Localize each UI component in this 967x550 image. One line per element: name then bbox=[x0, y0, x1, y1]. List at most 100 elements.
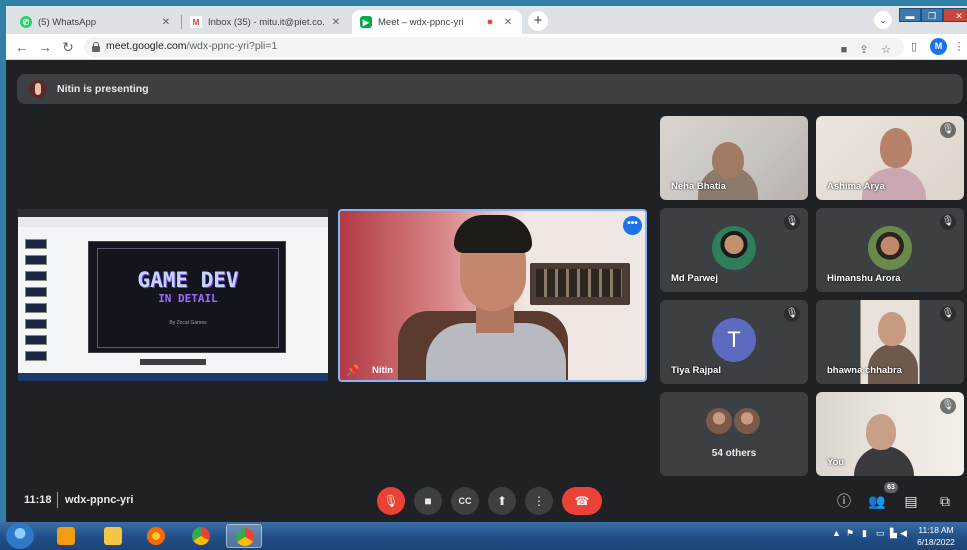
pin-icon: 📌 bbox=[346, 365, 360, 377]
meet-icon: ▶ bbox=[360, 16, 372, 28]
participant-name: Himanshu Arora bbox=[827, 273, 901, 284]
more-options-button[interactable]: ⋮ bbox=[525, 487, 553, 515]
battery-icon[interactable]: ▭ bbox=[876, 528, 885, 539]
slide-thumbnails bbox=[22, 235, 50, 371]
clock-time: 11:18 AM bbox=[918, 525, 954, 535]
lock-icon bbox=[92, 42, 100, 52]
others-avatar bbox=[732, 406, 762, 436]
camera-toggle-button[interactable]: ■ bbox=[414, 487, 442, 515]
address-bar[interactable]: meet.google.com/wdx-ppnc-yri?pli=1 ■ ⇪ ☆ bbox=[84, 37, 904, 57]
captions-button[interactable]: CC bbox=[451, 487, 479, 515]
people-count-badge: 63 bbox=[884, 482, 898, 493]
mic-off-icon: 🎙 bbox=[940, 306, 956, 322]
close-tab-icon[interactable]: ✕ bbox=[160, 17, 172, 28]
activities-button[interactable]: ⧉ bbox=[935, 491, 955, 511]
bookmark-star-icon[interactable]: ☆ bbox=[878, 42, 894, 58]
chrome-icon bbox=[236, 528, 254, 546]
volume-icon[interactable]: ◀ bbox=[900, 528, 907, 539]
taskbar-explorer[interactable] bbox=[95, 524, 131, 548]
slide-thumbnail bbox=[25, 351, 47, 361]
minimize-button[interactable]: ▬ bbox=[899, 8, 921, 22]
participant-tile[interactable]: 🎙 Md Parwej bbox=[660, 208, 808, 292]
others-tile[interactable]: 54 others bbox=[660, 392, 808, 476]
shared-menu-bar bbox=[18, 217, 328, 227]
self-view-tile[interactable]: 🎙 You bbox=[816, 392, 964, 476]
taskbar-chrome-active[interactable] bbox=[226, 524, 262, 548]
participant-tile[interactable]: Neha Bhatia bbox=[660, 116, 808, 200]
recording-dot-icon: ● bbox=[486, 16, 494, 28]
participant-tile[interactable]: T 🎙 Tiya Rajpal bbox=[660, 300, 808, 384]
tab-meet[interactable]: ▶ Meet – wdx-ppnc-yri ● ✕ bbox=[352, 10, 522, 34]
participant-avatar bbox=[868, 226, 912, 270]
slide-thumbnail bbox=[25, 303, 47, 313]
present-now-button[interactable]: ⬆ bbox=[488, 487, 516, 515]
slide-thumbnail bbox=[25, 255, 47, 265]
action-center-flag-icon[interactable]: ⚑ bbox=[846, 528, 854, 539]
shared-taskbar bbox=[18, 373, 328, 381]
slide-thumbnail bbox=[25, 271, 47, 281]
tab-title: Inbox (35) - mitu.it@piet.co.in - P bbox=[208, 16, 324, 28]
others-count: 54 others bbox=[711, 448, 757, 459]
meeting-code: wdx-ppnc-yri bbox=[65, 494, 134, 506]
mic-off-icon: 🎙 bbox=[784, 306, 800, 322]
screen-share-tile[interactable]: GAME DEV IN DETAIL By Zocat Games bbox=[18, 209, 328, 381]
tab-whatsapp[interactable]: ✆ (5) WhatsApp ✕ bbox=[12, 10, 180, 34]
presentation-slide: GAME DEV IN DETAIL By Zocat Games bbox=[88, 241, 286, 353]
participant-tile[interactable]: 🎙 Himanshu Arora bbox=[816, 208, 964, 292]
tab-bar: ✆ (5) WhatsApp ✕ M Inbox (35) - mitu.it@… bbox=[6, 6, 967, 34]
mic-off-icon: 🎙 bbox=[940, 398, 956, 414]
gmail-icon: M bbox=[190, 16, 202, 28]
taskbar-chrome[interactable] bbox=[183, 524, 219, 548]
menu-kebab-icon[interactable]: ⋮ bbox=[951, 39, 967, 55]
video-person-head bbox=[866, 414, 896, 450]
taskbar-firefox[interactable] bbox=[138, 524, 174, 548]
profile-avatar[interactable]: M bbox=[930, 38, 947, 55]
taskbar-media-player[interactable] bbox=[48, 524, 84, 548]
forward-button[interactable]: → bbox=[35, 37, 55, 57]
participant-tile[interactable]: 🎙 bhawna chhabra bbox=[816, 300, 964, 384]
close-window-button[interactable]: ✕ bbox=[943, 8, 967, 22]
reload-button[interactable]: ↻ bbox=[58, 37, 78, 57]
start-button[interactable] bbox=[6, 523, 34, 549]
mic-toggle-button[interactable]: 🎙 bbox=[377, 487, 405, 515]
close-tab-icon[interactable]: ✕ bbox=[502, 17, 514, 28]
people-button[interactable]: 👥 bbox=[867, 491, 887, 511]
leave-call-button[interactable]: ☎ bbox=[562, 487, 602, 515]
restore-button[interactable]: ❐ bbox=[921, 8, 943, 22]
presenting-banner: Nitin is presenting bbox=[17, 74, 963, 104]
shared-browser-bar bbox=[18, 209, 328, 217]
camera-permission-icon[interactable]: ■ bbox=[836, 42, 852, 58]
side-panel-icon[interactable]: ▯ bbox=[906, 39, 922, 55]
participant-tile[interactable]: 🎙 Ashima Arya bbox=[816, 116, 964, 200]
clock-date: 6/18/2022 bbox=[917, 537, 955, 547]
meeting-details-button[interactable]: ⓘ bbox=[834, 491, 854, 511]
usb-icon[interactable]: ▮ bbox=[862, 528, 867, 539]
participant-avatar bbox=[712, 226, 756, 270]
network-icon[interactable]: ▙ bbox=[890, 528, 897, 539]
system-clock[interactable]: 11:18 AM 6/18/2022 bbox=[912, 524, 960, 548]
show-hidden-icons[interactable]: ▲ bbox=[832, 528, 841, 538]
tab-gmail[interactable]: M Inbox (35) - mitu.it@piet.co.in - P ✕ bbox=[182, 10, 350, 34]
more-options-button[interactable]: ••• bbox=[623, 216, 642, 235]
participant-name: Ashima Arya bbox=[827, 181, 885, 192]
new-tab-button[interactable]: + bbox=[528, 11, 548, 31]
back-button[interactable]: ← bbox=[12, 37, 32, 57]
participant-name: Tiya Rajpal bbox=[671, 365, 721, 376]
chat-button[interactable]: ▤ bbox=[901, 491, 921, 511]
browser-toolbar: ← → ↻ meet.google.com/wdx-ppnc-yri?pli=1… bbox=[6, 34, 967, 60]
participant-name: Nitin bbox=[372, 365, 394, 376]
participant-letter-avatar: T bbox=[712, 318, 756, 362]
presenter-video-tile[interactable]: ••• 📌 Nitin bbox=[338, 209, 647, 382]
tab-search-button[interactable]: ⌄ bbox=[874, 11, 892, 29]
presenting-text: Nitin is presenting bbox=[57, 83, 149, 95]
chat-icon: ▤ bbox=[904, 493, 918, 509]
participant-name: Neha Bhatia bbox=[671, 181, 726, 192]
slide-byline: By Zocat Games bbox=[169, 320, 207, 326]
presenter-avatar bbox=[29, 80, 47, 98]
share-icon[interactable]: ⇪ bbox=[856, 42, 872, 58]
chrome-icon bbox=[192, 527, 210, 545]
video-person-head bbox=[712, 142, 744, 178]
close-tab-icon[interactable]: ✕ bbox=[330, 17, 342, 28]
mic-off-icon: 🎙 bbox=[383, 494, 399, 508]
participant-name: You bbox=[827, 457, 845, 468]
